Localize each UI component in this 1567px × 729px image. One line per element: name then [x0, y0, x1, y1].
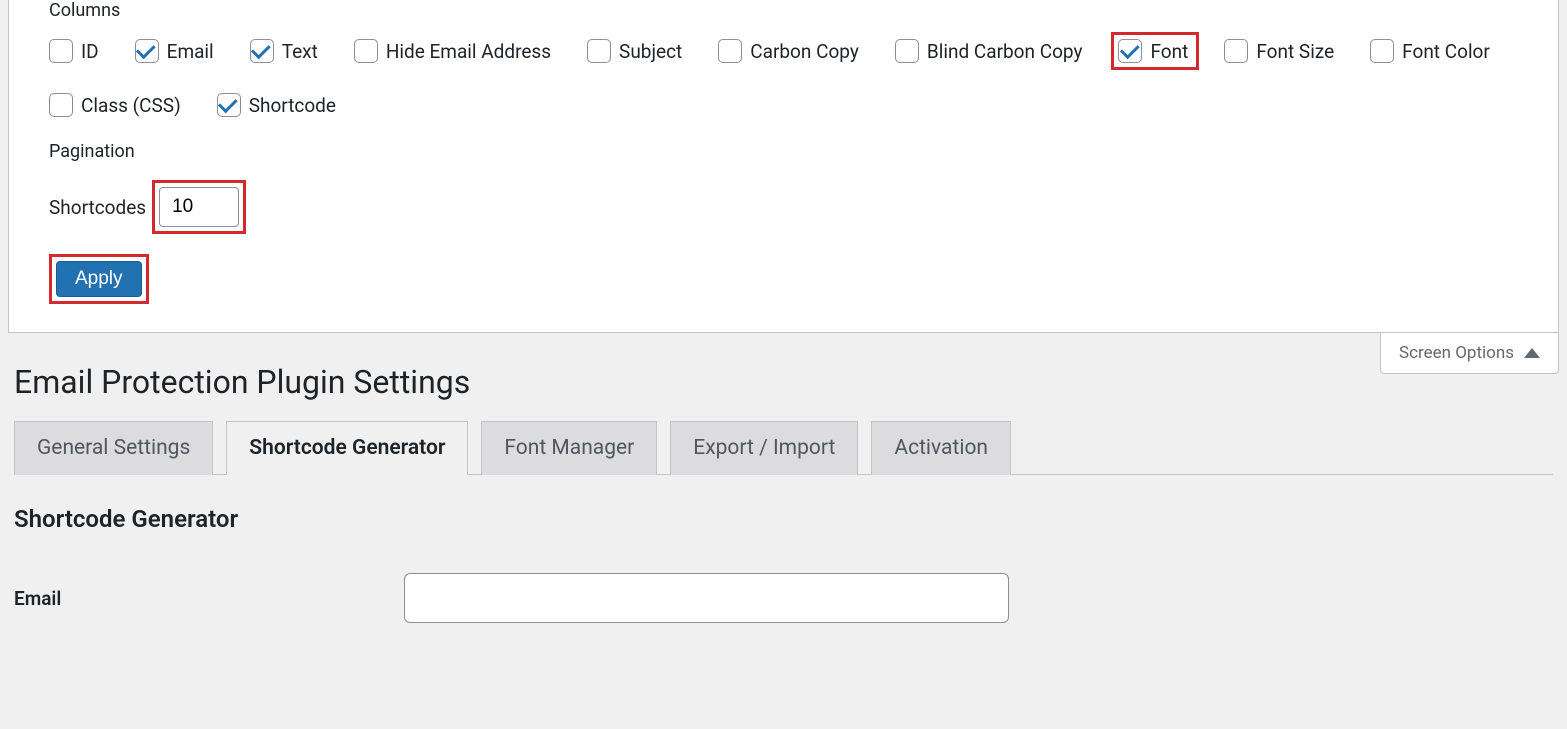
pagination-section: Pagination Shortcodes [49, 141, 1518, 234]
tab-general[interactable]: General Settings [14, 421, 213, 475]
checkbox-icon [217, 93, 241, 117]
checkbox-label: Shortcode [249, 94, 336, 117]
checkbox-label: Carbon Copy [750, 40, 859, 63]
column-checkbox-carbon_copy[interactable]: Carbon Copy [718, 39, 859, 63]
checkbox-label: Font Color [1402, 40, 1490, 63]
column-checkbox-shortcode[interactable]: Shortcode [217, 93, 336, 117]
column-checkbox-font_size[interactable]: Font Size [1224, 39, 1334, 63]
tab-shortcode_gen[interactable]: Shortcode Generator [226, 421, 468, 475]
apply-button-highlight: Apply [49, 254, 149, 304]
checkbox-icon [49, 93, 73, 117]
checkbox-label: Text [282, 40, 318, 63]
checkbox-icon [250, 39, 274, 63]
columns-label: Columns [49, 0, 1518, 21]
column-checkbox-hide_email[interactable]: Hide Email Address [354, 39, 551, 63]
tab-export_import[interactable]: Export / Import [670, 421, 858, 475]
checkbox-icon [1370, 39, 1394, 63]
shortcodes-input[interactable] [159, 187, 239, 227]
checkbox-label: Font Size [1256, 40, 1334, 63]
screen-options-label: Screen Options [1399, 343, 1514, 363]
checkbox-label: Hide Email Address [386, 40, 551, 63]
checkbox-icon [1224, 39, 1248, 63]
column-checkbox-font[interactable]: Font [1111, 32, 1199, 70]
checkbox-icon [135, 39, 159, 63]
column-checkbox-text[interactable]: Text [250, 39, 318, 63]
tab-activation[interactable]: Activation [871, 421, 1011, 475]
email-field[interactable] [404, 573, 1009, 623]
shortcodes-input-highlight [152, 180, 246, 234]
checkbox-icon [49, 39, 73, 63]
email-form-row: Email [14, 573, 1553, 623]
checkbox-label: Font [1150, 40, 1188, 63]
checkbox-icon [354, 39, 378, 63]
column-checkbox-font_color[interactable]: Font Color [1370, 39, 1490, 63]
column-checkbox-email[interactable]: Email [135, 39, 214, 63]
checkbox-icon [1118, 39, 1142, 63]
checkbox-icon [895, 39, 919, 63]
checkbox-label: Blind Carbon Copy [927, 40, 1083, 63]
checkbox-icon [718, 39, 742, 63]
checkbox-label: Class (CSS) [81, 94, 181, 117]
apply-button[interactable]: Apply [56, 261, 142, 297]
chevron-up-icon [1524, 348, 1540, 358]
checkbox-label: ID [81, 40, 99, 63]
checkbox-icon [587, 39, 611, 63]
page-title: Email Protection Plugin Settings [14, 363, 1553, 401]
column-checkbox-subject[interactable]: Subject [587, 39, 682, 63]
pagination-label: Pagination [49, 141, 1518, 162]
screen-options-panel: Columns ID Email Text Hide Email Address Sub… [8, 0, 1559, 333]
email-label: Email [14, 587, 404, 610]
checkbox-label: Subject [619, 40, 682, 63]
column-checkbox-id[interactable]: ID [49, 39, 99, 63]
tab-font_manager[interactable]: Font Manager [481, 421, 657, 475]
column-checkbox-class_css[interactable]: Class (CSS) [49, 93, 181, 117]
columns-checkbox-row: ID Email Text Hide Email Address Subject Carb… [49, 39, 1518, 117]
shortcodes-label: Shortcodes [49, 196, 146, 219]
column-checkbox-blind_carbon_copy[interactable]: Blind Carbon Copy [895, 39, 1083, 63]
tabs-nav: General SettingsShortcode GeneratorFont … [14, 421, 1553, 475]
screen-options-toggle[interactable]: Screen Options [1380, 333, 1559, 374]
checkbox-label: Email [167, 40, 214, 63]
section-heading: Shortcode Generator [14, 505, 1553, 533]
